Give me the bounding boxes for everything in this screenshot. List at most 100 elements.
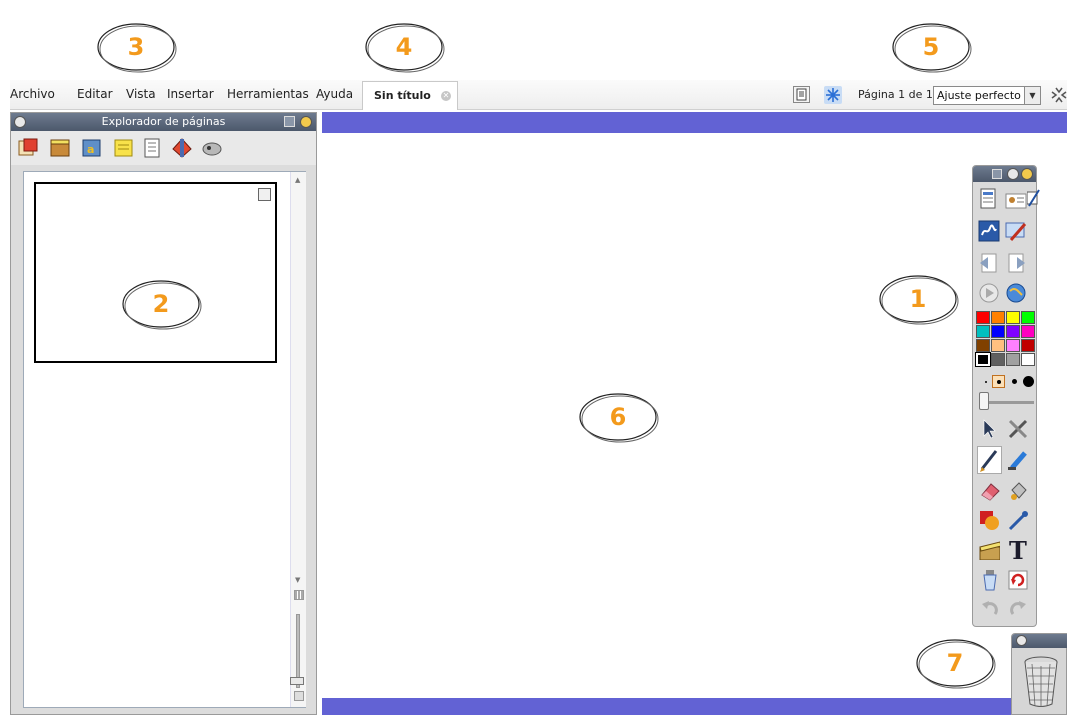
- document-tab[interactable]: Sin título ✕: [362, 81, 458, 110]
- menu-vista[interactable]: Vista: [126, 87, 156, 101]
- toolbox-menu-icon[interactable]: [992, 169, 1002, 179]
- svg-text:a: a: [87, 143, 94, 156]
- page-explorer-panel: Explorador de páginas a ▲ ▼ 2: [10, 112, 317, 715]
- handwriting-icon[interactable]: [978, 220, 1000, 242]
- color-swatch[interactable]: [1021, 311, 1035, 324]
- callout-7: 7: [915, 638, 996, 689]
- back-arrow-icon[interactable]: [978, 252, 1000, 274]
- line-width-3[interactable]: [1012, 379, 1017, 384]
- user-icon[interactable]: [1005, 190, 1027, 212]
- magic-tools-icon[interactable]: [1007, 418, 1029, 440]
- close-icon[interactable]: [1016, 635, 1027, 646]
- page-thumbnail-list: ▲ ▼: [23, 171, 306, 708]
- trash-header: [1012, 634, 1067, 648]
- gallery-button[interactable]: [824, 86, 842, 104]
- eraser-icon[interactable]: [979, 480, 1001, 502]
- text-icon[interactable]: T: [1007, 538, 1029, 560]
- fullscreen-icon[interactable]: [1051, 87, 1067, 103]
- menu-herramientas[interactable]: Herramientas: [227, 87, 309, 101]
- undo-icon[interactable]: [979, 598, 1001, 620]
- color-swatch[interactable]: [1021, 353, 1035, 366]
- scroll-up-icon[interactable]: ▲: [295, 176, 300, 184]
- trash-can-icon[interactable]: [1022, 654, 1060, 710]
- resource-library-icon[interactable]: [49, 137, 71, 159]
- collapse-icon[interactable]: [1007, 168, 1019, 180]
- globe-icon[interactable]: [1005, 282, 1027, 304]
- pin-icon[interactable]: [1021, 168, 1033, 180]
- menu-editar[interactable]: Editar: [77, 87, 113, 101]
- menu-ayuda[interactable]: Ayuda: [316, 87, 353, 101]
- small-thumbnails-icon[interactable]: [294, 590, 304, 600]
- color-swatch[interactable]: [1006, 311, 1020, 324]
- application-window: 3 4 5 Archivo Editar Vista Insertar Herr…: [0, 0, 1067, 715]
- color-swatch[interactable]: [1006, 339, 1020, 352]
- pen-tool[interactable]: [977, 446, 1002, 474]
- canvas-bottom-border: [322, 698, 1067, 715]
- highlighter-icon[interactable]: [1007, 449, 1029, 471]
- page-explorer-header: Explorador de páginas: [11, 113, 316, 131]
- page-explorer-title: Explorador de páginas: [101, 115, 226, 128]
- page-icon: [796, 88, 807, 101]
- page-sorter-icon[interactable]: [978, 188, 1000, 210]
- callout-3: 3: [96, 22, 177, 73]
- slider-handle[interactable]: [290, 677, 304, 685]
- notes-icon[interactable]: [113, 137, 135, 159]
- line-width-4[interactable]: [1023, 376, 1034, 387]
- flipchart-canvas[interactable]: 6: [322, 112, 1067, 715]
- select-arrow-icon[interactable]: [979, 418, 1001, 440]
- color-swatch[interactable]: [1021, 339, 1035, 352]
- fill-bucket-icon[interactable]: [1007, 480, 1029, 502]
- page-thumbnail[interactable]: [34, 182, 277, 363]
- callout-2: 2: [121, 279, 202, 330]
- notebook-icon[interactable]: a: [81, 137, 103, 159]
- redo-icon[interactable]: [1007, 598, 1029, 620]
- color-swatch[interactable]: [976, 311, 990, 324]
- line-width-2[interactable]: [992, 375, 1005, 388]
- color-swatch[interactable]: [991, 311, 1005, 324]
- shapes-icon[interactable]: [979, 510, 1001, 532]
- main-toolbox: T: [972, 165, 1040, 627]
- clear-icon[interactable]: [979, 569, 1001, 591]
- color-swatch[interactable]: [1021, 325, 1035, 338]
- chevron-down-icon[interactable]: ▼: [1024, 87, 1040, 104]
- menu-archivo[interactable]: Archivo: [10, 87, 55, 101]
- thumbnail-menu-icon[interactable]: [258, 188, 271, 201]
- toolbox-header: [973, 166, 1036, 182]
- page-list-scrollbar[interactable]: ▲ ▼: [290, 172, 306, 707]
- forward-arrow-icon[interactable]: [1005, 252, 1027, 274]
- color-swatch[interactable]: [991, 353, 1005, 366]
- color-swatch[interactable]: [1006, 325, 1020, 338]
- canvas-top-border: [322, 112, 1067, 133]
- clapper-icon[interactable]: [978, 538, 1000, 560]
- svg-text:T: T: [1009, 538, 1027, 560]
- reset-icon[interactable]: [1007, 569, 1029, 591]
- page-menu-button[interactable]: [793, 86, 810, 103]
- zoom-select[interactable]: Ajuste perfecto ▼: [933, 86, 1041, 105]
- color-swatch[interactable]: [976, 325, 990, 338]
- properties-icon[interactable]: [141, 137, 163, 159]
- color-swatch[interactable]: [975, 352, 991, 367]
- voting-icon[interactable]: [201, 137, 223, 159]
- play-icon[interactable]: [978, 282, 1000, 304]
- menu-insertar[interactable]: Insertar: [167, 87, 214, 101]
- panel-menu-icon[interactable]: [284, 116, 295, 127]
- tools-icon[interactable]: [1005, 220, 1027, 242]
- page-browser-icon[interactable]: [17, 137, 39, 159]
- color-swatch[interactable]: [1006, 353, 1020, 366]
- connector-icon[interactable]: [1007, 510, 1029, 532]
- color-swatch[interactable]: [976, 339, 990, 352]
- color-swatch[interactable]: [991, 325, 1005, 338]
- page-explorer-toolbar: a: [11, 131, 316, 165]
- action-browser-icon[interactable]: [171, 137, 193, 159]
- scroll-down-icon[interactable]: ▼: [295, 576, 300, 584]
- line-width-slider-handle[interactable]: [979, 392, 989, 410]
- signature-icon[interactable]: [1027, 188, 1049, 210]
- callout-1: 1: [878, 274, 959, 325]
- large-thumbnails-icon[interactable]: [294, 691, 304, 701]
- line-width-1[interactable]: [985, 381, 987, 383]
- pin-icon[interactable]: [300, 116, 312, 128]
- close-tab-icon[interactable]: ✕: [441, 91, 451, 101]
- callout-6: 6: [578, 392, 659, 443]
- zoom-value: Ajuste perfecto: [937, 89, 1021, 102]
- color-swatch[interactable]: [991, 339, 1005, 352]
